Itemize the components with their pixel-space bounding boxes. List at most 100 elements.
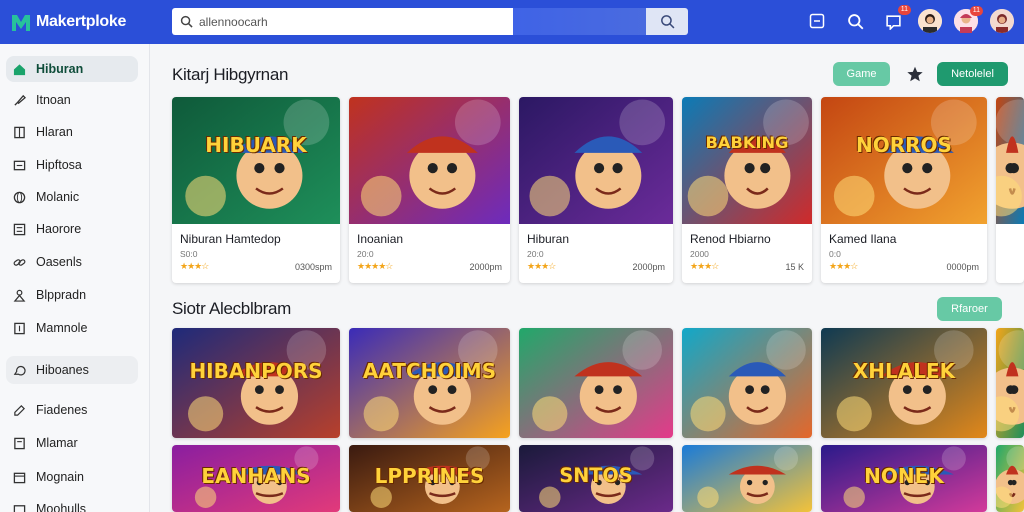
card-thumbnail[interactable] (682, 328, 812, 438)
thumbnail-art (172, 97, 340, 224)
thumbnail-title-art: AATCHOIMS (362, 359, 497, 383)
thumbnail-title-art: LPPRINES (374, 464, 485, 488)
game-card[interactable]: Hiburan 20:0 ★★★☆ 2000pm (519, 97, 673, 283)
search-field (172, 8, 513, 35)
card-thumbnail[interactable] (996, 97, 1024, 224)
card-thumbnail[interactable]: LPPRINES (349, 445, 510, 512)
sidebar-item-mognain[interactable]: Mognain (6, 464, 138, 490)
search-input[interactable] (199, 14, 499, 29)
card-thumbnail[interactable] (519, 328, 673, 438)
thumbnail-art (519, 328, 673, 438)
calendar-icon (12, 470, 26, 484)
card-subtitle: S0:0 (180, 249, 198, 259)
card-title: Renod Hbiarno (690, 232, 771, 246)
globe-icon (12, 190, 26, 204)
game-card[interactable]: Inoanian 20:0 ★★★★☆ 2000pm (349, 97, 510, 283)
card-thumbnail[interactable] (349, 97, 510, 224)
sidebar-item-mlamar[interactable]: Mlamar (6, 430, 138, 456)
game-button[interactable]: Game (833, 62, 890, 86)
card-thumbnail[interactable] (519, 97, 673, 224)
see-more-button[interactable]: Rfaroer (937, 297, 1002, 321)
sidebar-item-moohulls[interactable]: Moohulls (6, 496, 138, 512)
person-icon (12, 288, 26, 302)
secondary-button[interactable]: Netolelel (937, 62, 1008, 86)
sidebar-item-molanic[interactable]: Molanic (6, 184, 138, 210)
brush-icon (12, 93, 26, 107)
star-icon[interactable] (906, 65, 924, 83)
card-thumbnail[interactable]: XHLALEK (821, 328, 987, 438)
sidebar-item-blppradn[interactable]: Blppradn (6, 282, 138, 308)
card-thumbnail[interactable] (996, 328, 1024, 438)
section-title-2: Siotr Alecblbram (172, 299, 291, 318)
game-card[interactable]: XHLALEK (821, 328, 987, 438)
search-category[interactable] (513, 8, 646, 35)
link-icon (12, 255, 26, 269)
card-thumbnail[interactable]: SNTOS (519, 445, 673, 512)
game-card[interactable]: LPPRINES (349, 445, 510, 512)
thumbnail-title-art: NORROS (856, 133, 952, 157)
card-thumbnail[interactable]: NONEK (821, 445, 987, 512)
sidebar-item-hipftosa[interactable]: Hipftosa (6, 152, 138, 178)
sidebar-item-oasenls[interactable]: Oasenls (6, 249, 138, 275)
sidebar-item-hiburan[interactable]: Hiburan (6, 56, 138, 82)
rating-stars: ★★★☆ (829, 261, 858, 271)
brand[interactable]: Makertploke (10, 11, 160, 33)
sidebar-item-label: Mognain (36, 470, 84, 484)
card-thumbnail[interactable] (682, 445, 812, 512)
box-icon (12, 502, 26, 512)
sidebar-item-hlaran[interactable]: Hlaran (6, 119, 138, 145)
sidebar-item-hiboanes[interactable]: Hiboanes (6, 356, 138, 384)
sidebar: Hiburan Itnoan Hlaran Hipftosa Molanic H… (0, 44, 150, 512)
sidebar-item-label: Itnoan (36, 93, 71, 107)
card-thumbnail[interactable]: AATCHOIMS (349, 328, 510, 438)
inbox-icon[interactable] (804, 8, 830, 34)
thumbnail-art (349, 328, 510, 438)
sidebar-item-fiadenes[interactable]: Fiadenes (6, 397, 138, 423)
thumbnail-title-art: HIBANPORS (189, 359, 323, 383)
logo-icon (12, 15, 30, 31)
thumbnail-title-art: HIBUARK (205, 133, 307, 157)
card-thumbnail[interactable] (996, 445, 1024, 512)
sidebar-item-label: Molanic (36, 190, 80, 204)
game-card[interactable]: AATCHOIMS (349, 328, 510, 438)
notification-icon[interactable]: 11 (880, 5, 911, 34)
game-card[interactable]: NONEK (821, 445, 987, 512)
game-card[interactable] (996, 328, 1024, 438)
game-card[interactable] (519, 328, 673, 438)
game-card[interactable]: EANHANS (172, 445, 340, 512)
search-icon (660, 15, 674, 29)
sidebar-item-label: Blppradn (36, 288, 87, 302)
card-price: 2000pm (632, 262, 665, 272)
card-thumbnail[interactable]: BABKING (682, 97, 812, 224)
sidebar-item-mamnole[interactable]: Mamnole (6, 315, 138, 341)
card-thumbnail[interactable]: EANHANS (172, 445, 340, 512)
card-price: 15 K (785, 262, 804, 272)
rating-stars: ★★★★☆ (357, 261, 393, 271)
card-thumbnail[interactable]: NORROS (821, 97, 987, 224)
sidebar-item-itnoan[interactable]: Itnoan (6, 87, 138, 113)
game-card[interactable]: SNTOS (519, 445, 673, 512)
search-button[interactable] (646, 8, 688, 35)
user-avatar-2[interactable]: 11 (954, 6, 983, 33)
search-icon[interactable] (842, 8, 868, 34)
card-title: Kamed Ilana (829, 232, 897, 246)
avatar-badge: 11 (969, 6, 983, 16)
game-card[interactable]: NORROS Kamed Ilana 0:0 ★★★☆ 0000pm (821, 97, 987, 283)
game-card[interactable] (996, 445, 1024, 512)
card-title: Hiburan (527, 232, 570, 246)
game-card[interactable]: BABKING Renod Hbiarno 2000 ★★★☆ 15 K (682, 97, 812, 283)
user-avatar[interactable] (918, 9, 942, 33)
thumbnail-art (996, 328, 1024, 438)
chat-icon (12, 363, 26, 377)
card-thumbnail[interactable]: HIBUARK (172, 97, 340, 224)
game-card[interactable] (682, 445, 812, 512)
game-card[interactable] (996, 97, 1024, 283)
profile-avatar[interactable] (990, 9, 1014, 33)
list-icon (12, 222, 26, 236)
game-card[interactable]: HIBANPORS (172, 328, 340, 438)
game-card[interactable] (682, 328, 812, 438)
card-thumbnail[interactable]: HIBANPORS (172, 328, 340, 438)
rating-stars: ★★★☆ (180, 261, 209, 271)
game-card[interactable]: HIBUARK Niburan Hamtedop S0:0 ★★★☆ 0300spm (172, 97, 340, 283)
sidebar-item-haorore[interactable]: Haorore (6, 216, 138, 242)
